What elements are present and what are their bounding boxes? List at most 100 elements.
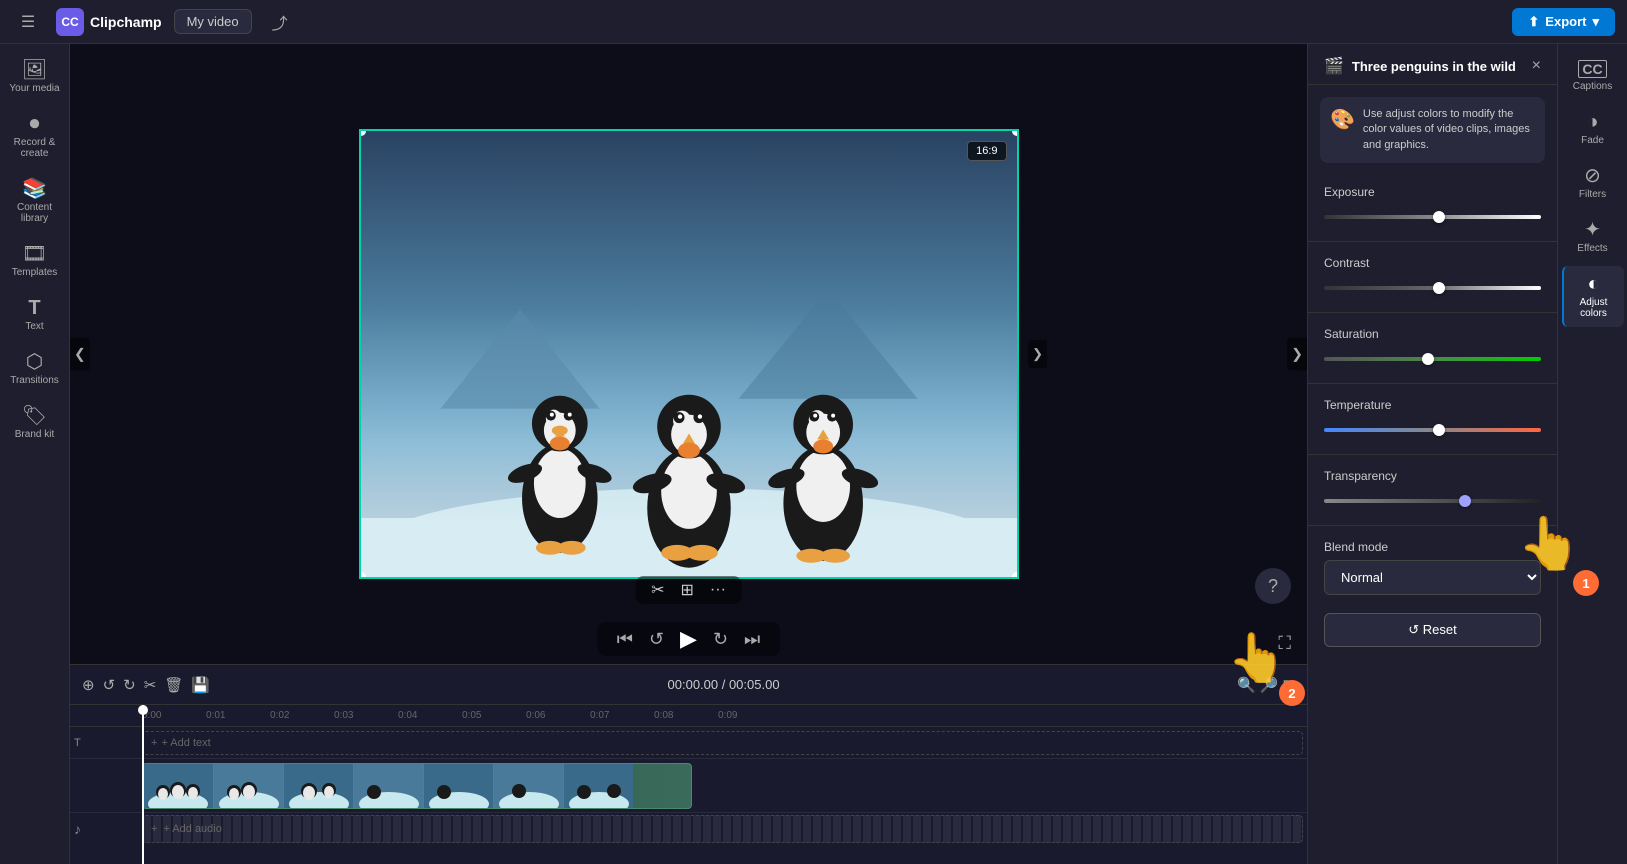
fit-button[interactable]: ⊞ xyxy=(681,580,694,600)
sidebar-collapse-button[interactable]: ❮ xyxy=(25,854,45,864)
logo-icon: CC xyxy=(56,8,84,36)
crop-button[interactable]: ✂ xyxy=(651,580,664,600)
exposure-track xyxy=(1324,215,1541,219)
text-icon: T xyxy=(28,298,40,318)
zoom-out-button[interactable]: 🔍 xyxy=(1237,676,1256,694)
snap-button[interactable]: ⊕ xyxy=(82,676,95,694)
save-button[interactable]: 💾 xyxy=(191,676,210,694)
panel-collapse-button[interactable]: ❯ xyxy=(1028,340,1047,368)
rewind-5s-button[interactable]: ↺ xyxy=(649,629,664,650)
export-button[interactable]: ⬆ Export ▾ xyxy=(1512,8,1615,36)
blend-mode-select[interactable]: Normal Multiply Screen Overlay Darken Li… xyxy=(1324,560,1541,595)
exposure-slider[interactable] xyxy=(1324,207,1541,227)
sidebar-item-record-create[interactable]: ⏺ Record & create xyxy=(4,106,66,167)
video-toolbar: ✂ ⊞ ··· xyxy=(635,576,742,604)
temperature-thumb[interactable] xyxy=(1433,424,1445,436)
panel-close-button[interactable]: × xyxy=(1532,57,1541,75)
skip-end-button[interactable]: ⏭ xyxy=(744,629,760,650)
divider-2 xyxy=(1308,312,1557,313)
sidebar-item-templates[interactable]: 🎞 Templates xyxy=(4,236,66,286)
share-button[interactable]: ⤴ xyxy=(264,6,296,38)
contrast-label: Contrast xyxy=(1324,256,1541,270)
fr-item-captions[interactable]: CC Captions xyxy=(1562,52,1624,100)
divider-3 xyxy=(1308,383,1557,384)
sidebar-item-text[interactable]: T Text xyxy=(4,290,66,340)
saturation-slider[interactable] xyxy=(1324,349,1541,369)
fr-item-label-fade: Fade xyxy=(1581,135,1604,146)
delete-button[interactable]: 🗑 xyxy=(164,676,183,694)
fade-icon: ◑ xyxy=(1586,112,1598,132)
clip-thumb-3 xyxy=(283,764,353,808)
divider-5 xyxy=(1308,525,1557,526)
transparency-slider[interactable] xyxy=(1324,491,1541,511)
divider-1 xyxy=(1308,241,1557,242)
cut-button[interactable]: ✂ xyxy=(144,676,157,694)
text-track-content[interactable]: + + Add text xyxy=(142,731,1303,755)
contrast-slider[interactable] xyxy=(1324,278,1541,298)
sidebar-item-transitions[interactable]: ⬡ Transitions xyxy=(4,344,66,394)
tooltip-emoji: 🎨 xyxy=(1330,107,1355,132)
export-label: Export xyxy=(1545,14,1586,29)
ruler-9: 0:09 xyxy=(718,710,737,721)
forward-5s-button[interactable]: ↻ xyxy=(713,629,728,650)
sidebar-item-label-transitions: Transitions xyxy=(10,375,59,386)
skip-start-button[interactable]: ⏮ xyxy=(617,629,633,650)
video-content xyxy=(361,131,1017,577)
sidebar-item-your-media[interactable]: 🖼 Your media xyxy=(4,52,66,102)
sidebar-item-brand-kit[interactable]: 🏷 Brand kit xyxy=(4,398,66,448)
aspect-ratio-button[interactable]: 16:9 xyxy=(967,141,1006,161)
undo-button[interactable]: ↺ xyxy=(103,676,116,694)
blend-mode-section: Blend mode Normal Multiply Screen Overla… xyxy=(1308,530,1557,605)
divider-4 xyxy=(1308,454,1557,455)
topbar: ☰ CC Clipchamp My video ⤴ ⬆ Export ▾ xyxy=(0,0,1627,44)
audio-track: ♪ + + Add audio xyxy=(70,813,1307,845)
add-audio-label: + Add audio xyxy=(163,823,221,835)
saturation-thumb[interactable] xyxy=(1422,353,1434,365)
video-clip[interactable] xyxy=(142,763,692,809)
fr-item-label-effects: Effects xyxy=(1577,243,1607,254)
menu-button[interactable]: ☰ xyxy=(12,6,44,38)
video-container: 16:9 xyxy=(359,129,1019,579)
fr-item-fade[interactable]: ◑ Fade xyxy=(1562,104,1624,154)
brand-kit-icon: 🏷 xyxy=(22,406,47,426)
redo-button[interactable]: ↻ xyxy=(123,676,136,694)
transparency-thumb[interactable] xyxy=(1459,495,1471,507)
zoom-fit-button[interactable]: ⊟ xyxy=(1282,676,1295,694)
export-icon: ⬆ xyxy=(1528,14,1539,30)
fullscreen-button[interactable]: ⛶ xyxy=(1278,633,1291,654)
sidebar-item-label-your-media: Your media xyxy=(9,83,59,94)
temperature-slider[interactable] xyxy=(1324,420,1541,440)
fr-item-filters[interactable]: ⊘ Filters xyxy=(1562,158,1624,208)
fr-item-effects[interactable]: ✦ Effects xyxy=(1562,212,1624,262)
resize-handle-br[interactable] xyxy=(1012,572,1019,579)
help-button[interactable]: ? xyxy=(1255,568,1291,604)
resize-handle-bl[interactable] xyxy=(359,572,366,579)
timeline-ruler: 0:00 0:01 0:02 0:03 0:04 0:05 0:06 0:07 … xyxy=(70,705,1307,727)
clip-thumb-5 xyxy=(423,764,493,808)
exposure-thumb[interactable] xyxy=(1433,211,1445,223)
expand-left-button[interactable]: ❮ xyxy=(70,338,90,371)
panel-header: 🎬 Three penguins in the wild × xyxy=(1308,44,1557,85)
video-title[interactable]: My video xyxy=(174,9,252,34)
expand-right-button[interactable]: ❯ xyxy=(1287,338,1307,371)
app-logo: CC Clipchamp xyxy=(56,8,162,36)
contrast-track xyxy=(1324,286,1541,290)
export-chevron: ▾ xyxy=(1592,14,1599,30)
add-text-label: + Add text xyxy=(161,737,210,749)
audio-track-content[interactable]: + + Add audio xyxy=(142,815,1303,843)
saturation-label: Saturation xyxy=(1324,327,1541,341)
ruler-0: 0:00 xyxy=(142,710,161,721)
more-button[interactable]: ··· xyxy=(710,581,726,599)
sidebar-item-content-library[interactable]: 📚 Content library xyxy=(4,171,66,232)
fr-item-adjust-colors[interactable]: ◐ Adjust colors xyxy=(1562,266,1624,327)
zoom-in-button[interactable]: 🔎 xyxy=(1260,676,1279,694)
text-track-label: T xyxy=(74,737,142,749)
reset-button[interactable]: ↺ Reset xyxy=(1324,613,1541,647)
timeline-area: 0:00 0:01 0:02 0:03 0:04 0:05 0:06 0:07 … xyxy=(70,705,1307,864)
fr-item-label-captions: Captions xyxy=(1573,81,1612,92)
content-library-icon: 📚 xyxy=(22,179,47,199)
contrast-thumb[interactable] xyxy=(1433,282,1445,294)
ruler-7: 0:07 xyxy=(590,710,609,721)
transparency-label: Transparency xyxy=(1324,469,1541,483)
play-button[interactable]: ▶ xyxy=(680,626,697,652)
